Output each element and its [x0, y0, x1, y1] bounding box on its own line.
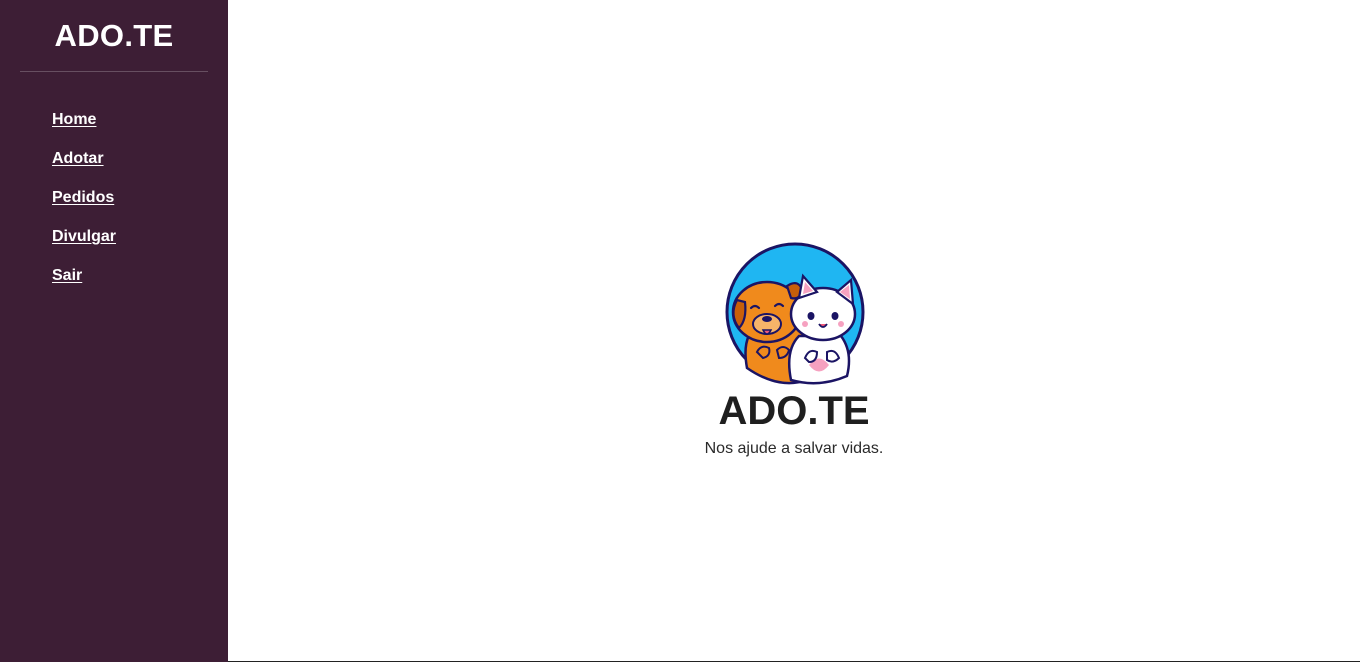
sidebar: ADO.TE Home Adotar Pedidos Divulgar Sair — [0, 0, 228, 662]
sidebar-item-adotar: Adotar — [52, 149, 228, 188]
dog-and-cat-logo-icon — [725, 242, 865, 385]
sidebar-brand: ADO.TE — [20, 0, 208, 72]
nav-link-pedidos[interactable]: Pedidos — [52, 188, 114, 208]
sidebar-item-pedidos: Pedidos — [52, 188, 228, 227]
nav-link-divulgar[interactable]: Divulgar — [52, 227, 116, 247]
sidebar-item-divulgar: Divulgar — [52, 227, 228, 266]
main-content: ADO.TE Nos ajude a salvar vidas. — [228, 0, 1360, 662]
app-root: ADO.TE Home Adotar Pedidos Divulgar Sair — [0, 0, 1360, 662]
hero-title: ADO.TE — [718, 389, 870, 433]
hero: ADO.TE Nos ajude a salvar vidas. — [228, 240, 1360, 458]
sidebar-item-sair: Sair — [52, 266, 228, 305]
hero-subtitle: Nos ajude a salvar vidas. — [704, 440, 884, 457]
nav-link-home[interactable]: Home — [52, 110, 96, 130]
nav-link-sair[interactable]: Sair — [52, 266, 82, 286]
nav-link-adotar[interactable]: Adotar — [52, 149, 104, 169]
sidebar-item-home: Home — [52, 110, 228, 149]
sidebar-nav: Home Adotar Pedidos Divulgar Sair — [0, 72, 228, 305]
